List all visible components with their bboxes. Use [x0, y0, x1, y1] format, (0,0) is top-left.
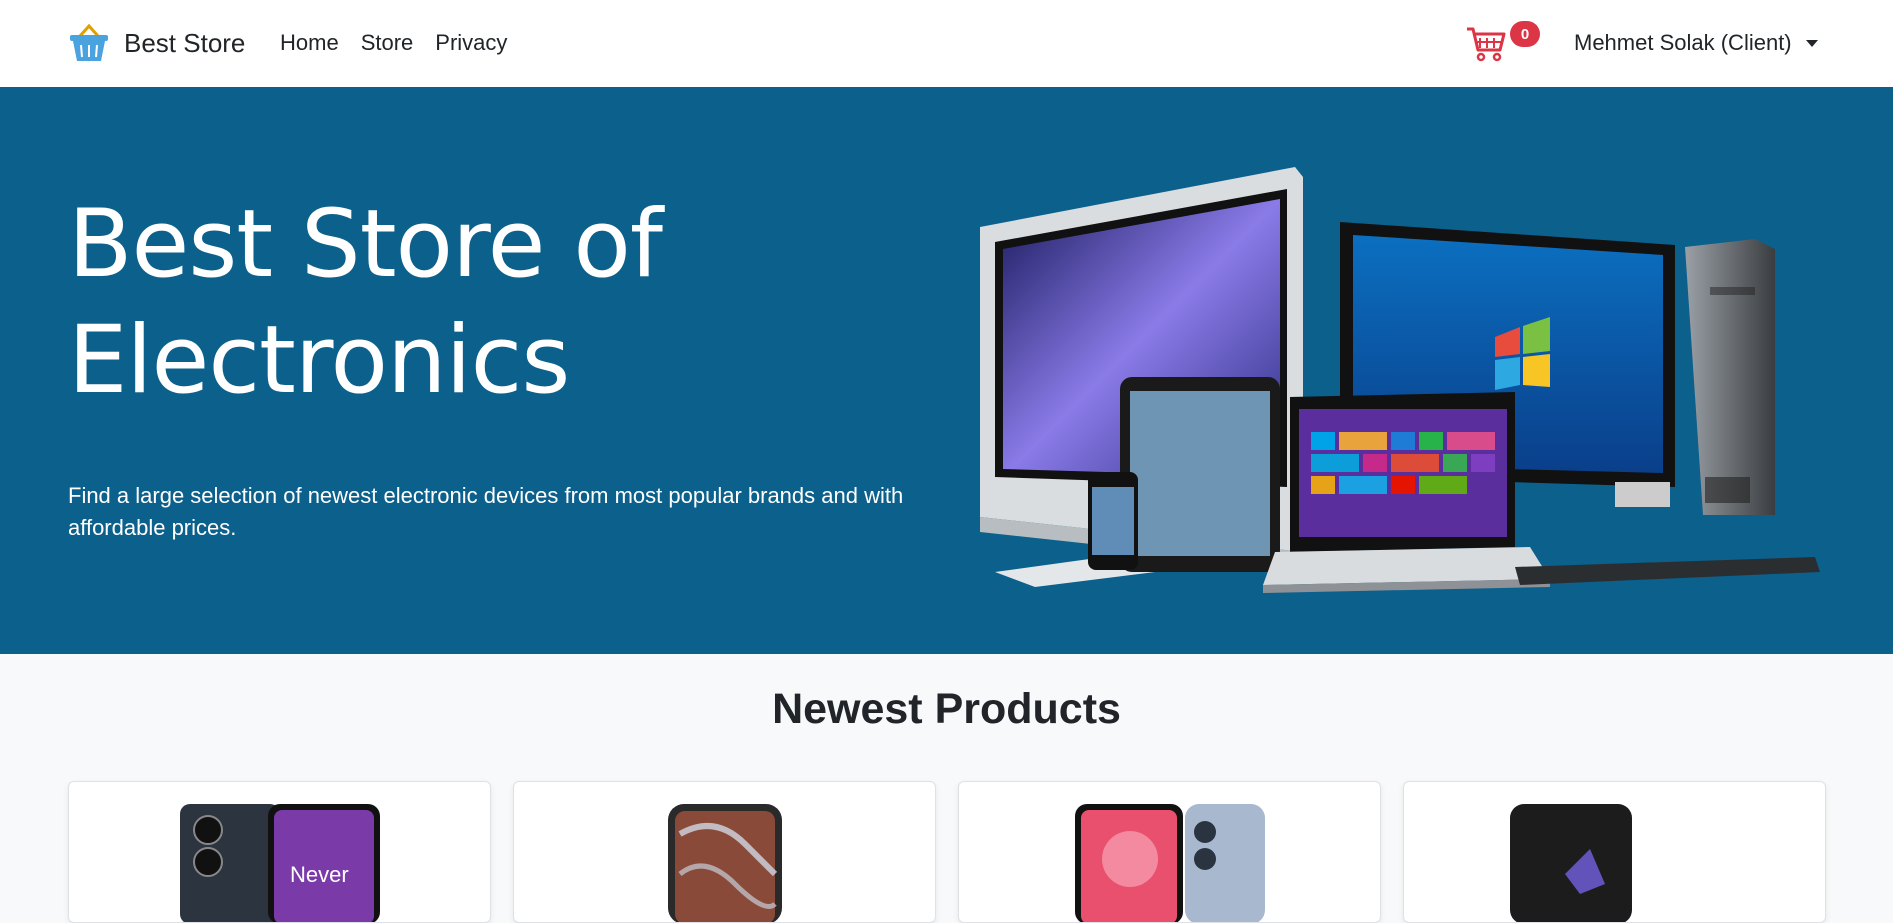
cart-button[interactable]	[1466, 26, 1506, 67]
product-image	[667, 804, 782, 922]
hero-banner: Best Store of Electronics Find a large s…	[0, 87, 1893, 654]
section-title: Newest Products	[772, 685, 1121, 733]
main-nav: Home Store Privacy	[280, 30, 507, 56]
product-card[interactable]	[513, 781, 936, 923]
phone-screen-text: Never	[290, 862, 349, 887]
hero-description: Find a large selection of newest electro…	[68, 483, 904, 540]
user-dropdown[interactable]: Mehmet Solak (Client)	[1574, 30, 1818, 56]
nav-home[interactable]: Home	[280, 30, 339, 56]
product-image	[1074, 804, 1265, 922]
electronics-image	[980, 167, 1820, 593]
nav-privacy[interactable]: Privacy	[435, 30, 507, 56]
product-image: Never	[179, 804, 380, 922]
cart-icon	[1467, 27, 1506, 62]
basket-icon	[70, 23, 108, 61]
cart-count-badge: 0	[1510, 21, 1540, 47]
brand-link[interactable]: Best Store	[68, 22, 245, 64]
chevron-down-icon	[1805, 39, 1818, 47]
product-card[interactable]: Never	[68, 781, 491, 923]
product-grid: Never	[68, 781, 1826, 923]
product-card[interactable]	[958, 781, 1381, 923]
product-card[interactable]	[1403, 781, 1826, 923]
user-name: Mehmet Solak (Client)	[1574, 30, 1792, 55]
hero-title: Best Store of Electronics	[68, 190, 663, 415]
nav-store[interactable]: Store	[361, 30, 414, 56]
product-image	[1509, 804, 1720, 922]
navbar: Best Store Home Store Privacy 0 Mehmet S…	[0, 0, 1893, 87]
brand-name: Best Store	[124, 27, 246, 58]
